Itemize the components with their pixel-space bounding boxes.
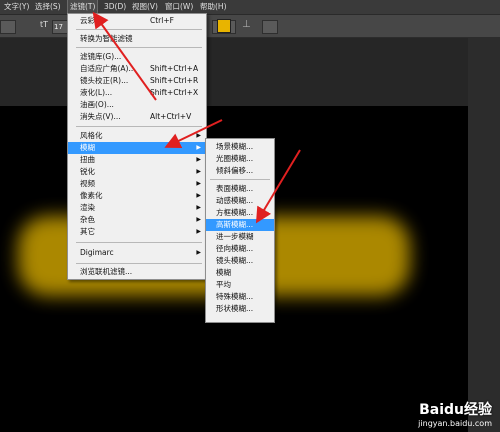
- submenu-item-box-blur[interactable]: 方框模糊...: [206, 207, 274, 219]
- menu-item-render[interactable]: 渲染 ▶: [68, 202, 206, 214]
- menu-window[interactable]: 窗口(W): [165, 0, 193, 14]
- submenu-item-gaussian-blur[interactable]: 高斯模糊...: [206, 219, 274, 231]
- submenu-item-lens-blur[interactable]: 镜头模糊...: [206, 255, 274, 267]
- warp-text-icon[interactable]: ⊥: [242, 19, 251, 30]
- menu-item-blur[interactable]: 模糊 ▶: [68, 142, 206, 154]
- menu-item-vanishing-point[interactable]: 消失点(V)... Alt+Ctrl+V: [68, 111, 206, 123]
- submenu-item-average[interactable]: 平均: [206, 279, 274, 291]
- menu-item-adaptive-wide-angle[interactable]: 自适应广角(A)... Shift+Ctrl+A: [68, 63, 206, 75]
- menu-item-distort[interactable]: 扭曲 ▶: [68, 154, 206, 166]
- submenu-arrow-icon: ▶: [196, 180, 201, 187]
- baidu-logo: Baidu经验: [419, 402, 492, 418]
- submenu-arrow-icon: ▶: [196, 144, 201, 151]
- submenu-item-motion-blur[interactable]: 动感模糊...: [206, 195, 274, 207]
- menu-help[interactable]: 帮助(H): [200, 0, 227, 14]
- submenu-arrow-icon: ▶: [196, 168, 201, 175]
- menu-3d[interactable]: 3D(D): [104, 0, 126, 14]
- menu-item-oil-paint[interactable]: 油画(O)...: [68, 99, 206, 111]
- submenu-item-surface-blur[interactable]: 表面模糊...: [206, 183, 274, 195]
- menu-item-sharpen[interactable]: 锐化 ▶: [68, 166, 206, 178]
- submenu-item-blur-more[interactable]: 进一步模糊: [206, 231, 274, 243]
- menu-item-lens-correction[interactable]: 镜头校正(R)... Shift+Ctrl+R: [68, 75, 206, 87]
- menu-item-liquify[interactable]: 液化(L)... Shift+Ctrl+X: [68, 87, 206, 99]
- submenu-item-iris-blur[interactable]: 光圈模糊...: [206, 153, 274, 165]
- menu-item-video[interactable]: 视频 ▶: [68, 178, 206, 190]
- submenu-arrow-icon: ▶: [196, 249, 201, 256]
- submenu-item-radial-blur[interactable]: 径向模糊...: [206, 243, 274, 255]
- menu-item-other[interactable]: 其它 ▶: [68, 226, 206, 238]
- watermark-url: jingyan.baidu.com: [418, 419, 492, 428]
- submenu-item-shape-blur[interactable]: 形状模糊...: [206, 303, 274, 315]
- panel-dock: [468, 38, 500, 432]
- menu-select[interactable]: 选择(S): [35, 0, 61, 14]
- blur-submenu: 场景模糊... 光圈模糊... 倾斜偏移... 表面模糊... 动感模糊... …: [205, 138, 275, 323]
- menu-filter[interactable]: 滤镜(T): [66, 0, 99, 15]
- menu-item-clouds[interactable]: 云彩 Ctrl+F: [68, 15, 206, 27]
- menu-item-filter-gallery[interactable]: 滤镜库(G)...: [68, 51, 206, 63]
- menu-view[interactable]: 视图(V): [132, 0, 158, 14]
- menu-text[interactable]: 文字(Y): [4, 0, 29, 14]
- submenu-arrow-icon: ▶: [196, 156, 201, 163]
- submenu-arrow-icon: ▶: [196, 132, 201, 139]
- menu-item-smart-filter[interactable]: 转换为智能滤镜: [68, 33, 206, 45]
- baidu-watermark: Baidu经验 jingyan.baidu.com: [418, 399, 492, 428]
- submenu-arrow-icon: ▶: [196, 204, 201, 211]
- text-color-swatch[interactable]: [217, 19, 231, 33]
- submenu-item-blur[interactable]: 模糊: [206, 267, 274, 279]
- tool-preset-picker[interactable]: [0, 20, 16, 34]
- menu-item-stylize[interactable]: 风格化 ▶: [68, 130, 206, 142]
- submenu-arrow-icon: ▶: [196, 192, 201, 199]
- font-size-field[interactable]: 17: [52, 20, 68, 34]
- menu-item-digimarc[interactable]: Digimarc ▶: [68, 247, 206, 259]
- submenu-item-smart-blur[interactable]: 特殊模糊...: [206, 291, 274, 303]
- submenu-item-tilt-shift[interactable]: 倾斜偏移...: [206, 165, 274, 177]
- submenu-arrow-icon: ▶: [196, 216, 201, 223]
- character-panel-toggle[interactable]: [262, 20, 278, 34]
- menu-item-pixelate[interactable]: 像素化 ▶: [68, 190, 206, 202]
- submenu-arrow-icon: ▶: [196, 228, 201, 235]
- menu-item-noise[interactable]: 杂色 ▶: [68, 214, 206, 226]
- submenu-item-field-blur[interactable]: 场景模糊...: [206, 141, 274, 153]
- text-size-icon: tT: [40, 20, 49, 29]
- menu-item-browse-online[interactable]: 浏览联机滤镜...: [68, 266, 206, 278]
- filter-menu: 云彩 Ctrl+F 转换为智能滤镜 滤镜库(G)... 自适应广角(A)... Sh…: [67, 13, 207, 280]
